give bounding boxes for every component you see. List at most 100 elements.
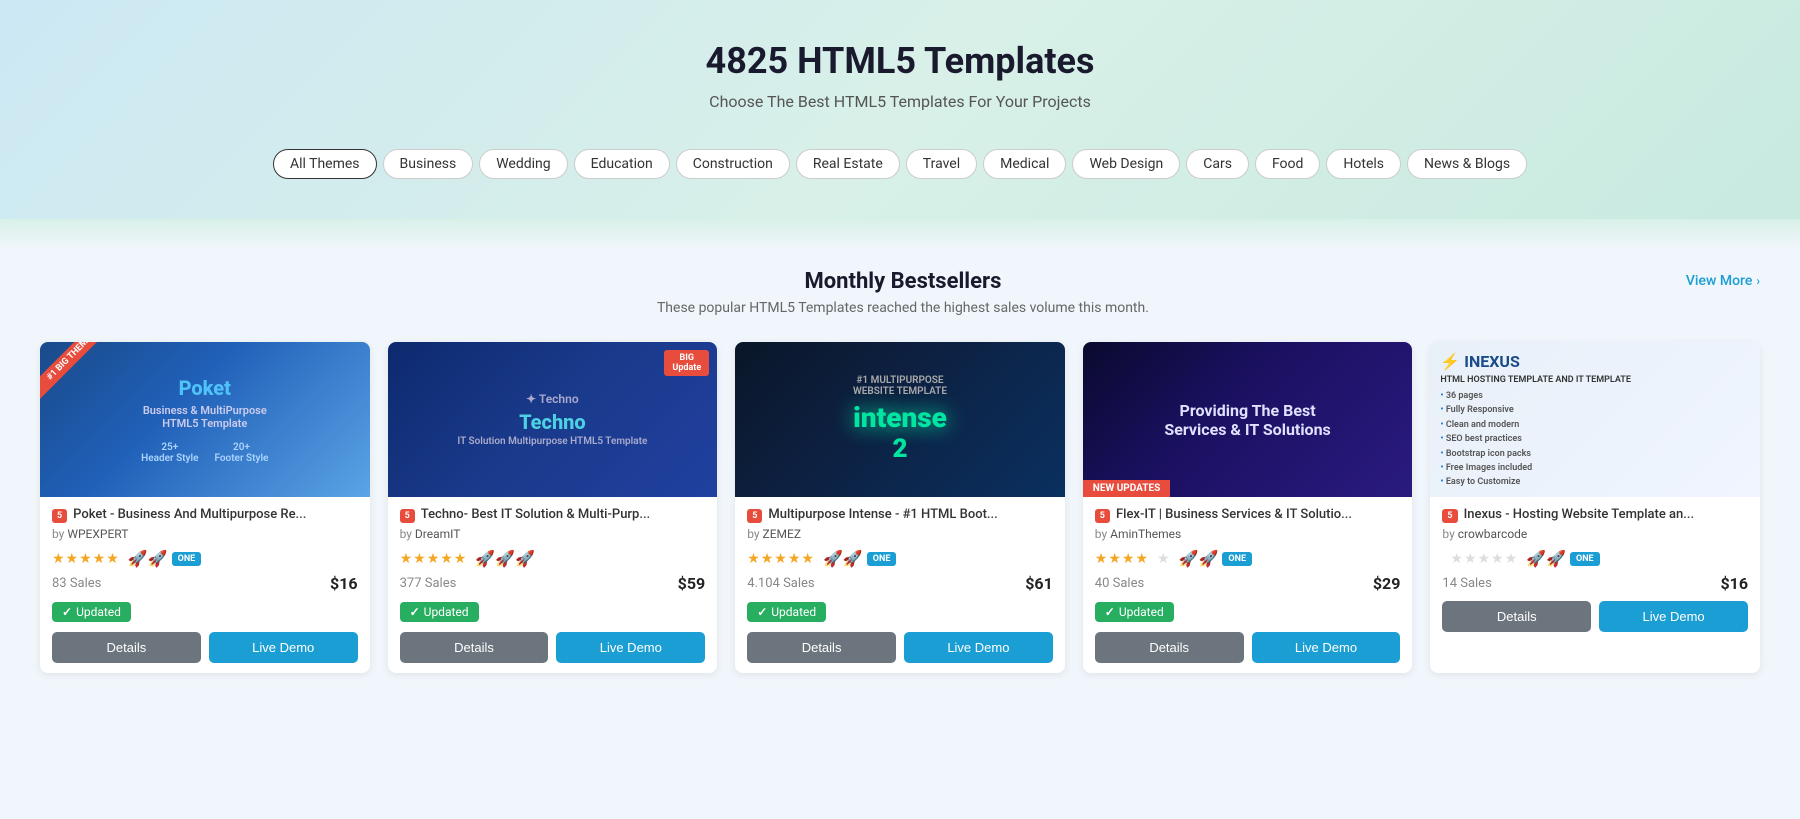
price-5: $16 xyxy=(1720,574,1748,593)
sales-count-5: 14 Sales xyxy=(1442,576,1491,591)
sales-count-1: 83 Sales xyxy=(52,576,101,591)
live-demo-button-2[interactable]: Live Demo xyxy=(556,632,705,663)
card-badges-1: 🚀🚀ONE xyxy=(128,549,201,568)
section-title: Monthly Bestsellers xyxy=(120,269,1686,294)
filter-tag-wedding[interactable]: Wedding xyxy=(479,149,567,179)
live-demo-button-4[interactable]: Live Demo xyxy=(1252,632,1401,663)
live-demo-button-1[interactable]: Live Demo xyxy=(209,632,358,663)
hero-subtitle: Choose The Best HTML5 Templates For Your… xyxy=(20,92,1780,111)
filter-tag-food[interactable]: Food xyxy=(1255,149,1320,179)
card-author-2: by DreamIT xyxy=(400,527,706,541)
sales-price-row-2: 377 Sales $59 xyxy=(400,574,706,593)
filter-tag-real-estate[interactable]: Real Estate xyxy=(796,149,900,179)
card-body-1: 5 Poket - Business And Multipurpose Re...… xyxy=(40,497,370,673)
details-button-4[interactable]: Details xyxy=(1095,632,1244,663)
stars-row-2: ★★★★★ 🚀🚀🚀 xyxy=(400,549,706,568)
filter-tag-cars[interactable]: Cars xyxy=(1186,149,1249,179)
card-image-3: #1 MULTIPURPOSEWEBSITE TEMPLATE intense … xyxy=(735,342,1065,497)
filter-bar: All ThemesBusinessWeddingEducationConstr… xyxy=(20,139,1780,189)
card-image-4: Providing The BestServices & IT Solution… xyxy=(1083,342,1413,497)
sales-count-3: 4.104 Sales xyxy=(747,576,814,591)
stars-empty-5: ★★★★★ xyxy=(1450,551,1518,567)
details-button-1[interactable]: Details xyxy=(52,632,201,663)
card-body-4: 5Flex-IT | Business Services & IT Soluti… xyxy=(1083,497,1413,673)
sales-count-2: 377 Sales xyxy=(400,576,457,591)
card-badges-5: 🚀🚀ONE xyxy=(1526,549,1599,568)
section-title-area: Monthly Bestsellers These popular HTML5 … xyxy=(120,269,1686,336)
card-image-2: ✦ Techno Techno IT Solution Multipurpose… xyxy=(388,342,718,497)
updated-badge-4: Updated xyxy=(1095,602,1174,622)
one-badge-1: ONE xyxy=(172,552,202,566)
action-buttons-3: Details Live Demo xyxy=(747,632,1053,663)
filter-tag-construction[interactable]: Construction xyxy=(676,149,790,179)
rocket-icon-5: 🚀🚀 xyxy=(1526,549,1566,568)
card-title-5: Inexus - Hosting Website Template an... xyxy=(1464,507,1695,522)
card-image-5: ⚡ INEXUS HTML HOSTING TEMPLATE AND IT TE… xyxy=(1430,342,1760,497)
card-1: Poket Business & MultiPurposeHTML5 Templ… xyxy=(40,342,370,673)
filter-tag-travel[interactable]: Travel xyxy=(906,149,977,179)
view-more-link[interactable]: View More › xyxy=(1686,269,1760,289)
updated-badge-2: Updated xyxy=(400,602,479,622)
card-4: Providing The BestServices & IT Solution… xyxy=(1083,342,1413,673)
rocket-icon-2: 🚀🚀🚀 xyxy=(475,549,535,568)
card-body-3: 5 Multipurpose Intense - #1 HTML Boot... b… xyxy=(735,497,1065,673)
filter-tag-education[interactable]: Education xyxy=(574,149,670,179)
action-buttons-5: Details Live Demo xyxy=(1442,601,1748,632)
card-5: ⚡ INEXUS HTML HOSTING TEMPLATE AND IT TE… xyxy=(1430,342,1760,673)
details-button-5[interactable]: Details xyxy=(1442,601,1591,632)
card-title-2: Techno- Best IT Solution & Multi-Purp... xyxy=(421,507,650,522)
hero-section: 4825 HTML5 Templates Choose The Best HTM… xyxy=(0,0,1800,219)
html5-badge: 5 xyxy=(747,509,762,523)
filter-tag-hotels[interactable]: Hotels xyxy=(1326,149,1401,179)
price-2: $59 xyxy=(678,574,706,593)
card-author-3: by ZEMEZ xyxy=(747,527,1053,541)
card-author-4: by AminThemes xyxy=(1095,527,1401,541)
html5-badge: 5 xyxy=(400,509,415,523)
card-body-5: 5 Inexus - Hosting Website Template an...… xyxy=(1430,497,1760,642)
filter-tag-medical[interactable]: Medical xyxy=(983,149,1066,179)
updated-badge-1: Updated xyxy=(52,602,131,622)
stars-filled-4: ★★★★ xyxy=(1095,551,1149,567)
action-buttons-1: Details Live Demo xyxy=(52,632,358,663)
card-author-5: by crowbarcode xyxy=(1442,527,1748,541)
html5-badge: 5 xyxy=(52,509,67,523)
card-author-1: by WPEXPERT xyxy=(52,527,358,541)
new-updates-badge: NEW UPDATES xyxy=(1083,480,1170,497)
live-demo-button-3[interactable]: Live Demo xyxy=(904,632,1053,663)
stars-filled-3: ★★★★★ xyxy=(747,551,815,567)
stars-row-3: ★★★★★🚀🚀ONE xyxy=(747,549,1053,568)
main-content: Monthly Bestsellers These popular HTML5 … xyxy=(0,249,1800,713)
stars-empty-4: ★ xyxy=(1157,551,1171,567)
sales-price-row-4: 40 Sales $29 xyxy=(1095,574,1401,593)
stars-row-5: ★★★★★ 🚀🚀ONE xyxy=(1442,549,1748,568)
filter-tag-news--blogs[interactable]: News & Blogs xyxy=(1407,149,1527,179)
live-demo-button-5[interactable]: Live Demo xyxy=(1599,601,1748,632)
card-title-1: Poket - Business And Multipurpose Re... xyxy=(73,507,306,522)
section-subtitle: These popular HTML5 Templates reached th… xyxy=(120,300,1686,316)
html5-badge: 5 xyxy=(1442,509,1457,523)
price-1: $16 xyxy=(330,574,358,593)
one-badge-4: ONE xyxy=(1222,552,1252,566)
hero-separator xyxy=(0,219,1800,249)
one-badge-3: ONE xyxy=(867,552,897,566)
card-badges-4: 🚀🚀ONE xyxy=(1179,549,1252,568)
card-2: ✦ Techno Techno IT Solution Multipurpose… xyxy=(388,342,718,673)
stars-filled-1: ★★★★★ xyxy=(52,551,120,567)
details-button-3[interactable]: Details xyxy=(747,632,896,663)
card-body-2: 5 Techno- Best IT Solution & Multi-Purp..… xyxy=(388,497,718,673)
sales-count-4: 40 Sales xyxy=(1095,576,1144,591)
card-badges-2: 🚀🚀🚀 xyxy=(475,549,535,568)
details-button-2[interactable]: Details xyxy=(400,632,549,663)
action-buttons-4: Details Live Demo xyxy=(1095,632,1401,663)
section-header: Monthly Bestsellers These popular HTML5 … xyxy=(40,269,1760,336)
filter-tag-all-themes[interactable]: All Themes xyxy=(273,149,377,179)
page-title: 4825 HTML5 Templates xyxy=(20,40,1780,82)
sales-price-row-1: 83 Sales $16 xyxy=(52,574,358,593)
stars-filled-2: ★★★★★ xyxy=(400,551,468,567)
price-4: $29 xyxy=(1373,574,1401,593)
price-3: $61 xyxy=(1025,574,1053,593)
filter-tag-business[interactable]: Business xyxy=(383,149,474,179)
card-title-4: Flex-IT | Business Services & IT Solutio… xyxy=(1116,507,1352,522)
card-title-3: Multipurpose Intense - #1 HTML Boot... xyxy=(768,507,997,522)
filter-tag-web-design[interactable]: Web Design xyxy=(1072,149,1180,179)
